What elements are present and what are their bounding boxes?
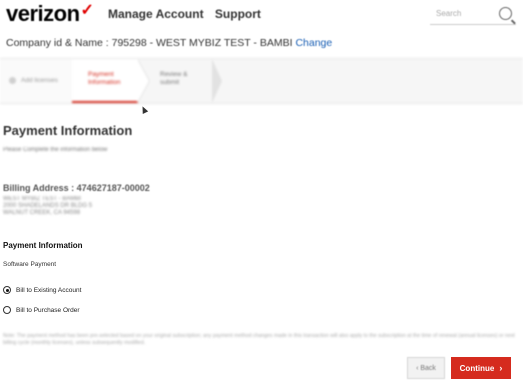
mouse-cursor-icon	[139, 105, 149, 114]
continue-button[interactable]: Continue ›	[451, 357, 511, 379]
active-step-indicator	[72, 101, 138, 103]
option-label: Bill to Purchase Order	[16, 306, 80, 314]
logo-text: verizon	[6, 1, 80, 26]
search-placeholder: Search	[436, 9, 462, 18]
search-icon[interactable]	[499, 7, 512, 20]
top-header: verizon✓ Manage Account Support Search	[0, 0, 523, 30]
progress-stepper: Add licenses Payment Information Review …	[0, 58, 523, 104]
company-label: Company id & Name : 795298 - WEST MYBIZ …	[6, 37, 293, 49]
check-mark-icon: ✓	[80, 2, 94, 19]
page-title: Payment Information	[3, 123, 133, 138]
verizon-logo[interactable]: verizon✓	[6, 1, 94, 27]
payment-note: Note: The payment method has been pre-se…	[3, 333, 515, 346]
step-label: Payment Information	[88, 71, 121, 86]
option-label: Bill to Existing Account	[16, 286, 82, 294]
step-complete-icon	[9, 77, 16, 84]
back-button[interactable]: ‹ Back	[407, 357, 445, 379]
company-info: Company id & Name : 795298 - WEST MYBIZ …	[6, 37, 332, 49]
search-input[interactable]: Search	[430, 6, 516, 25]
step-add-licenses[interactable]: Add licenses	[0, 59, 72, 103]
change-company-link[interactable]: Change	[295, 37, 332, 49]
radio-unselected[interactable]	[3, 306, 11, 314]
step-label: Review & submit	[160, 71, 188, 86]
billing-address: WEST MYBIZ TEST - BAMBI 2000 SHADELANDS …	[3, 196, 92, 217]
main-nav: Manage Account Support	[108, 7, 269, 21]
address-line: 2000 SHADELANDS DR BLDG 5	[3, 203, 93, 209]
billing-address-title: Billing Address : 474627187-00002	[3, 183, 150, 193]
software-payment-label: Software Payment	[3, 261, 57, 268]
chevron-fill	[137, 59, 149, 103]
step-label: Add licenses	[21, 77, 58, 84]
section-title: Payment Information	[3, 241, 83, 250]
page-subtitle: Please Complete the information below	[3, 147, 108, 153]
step-payment-information[interactable]: Payment Information	[72, 59, 138, 103]
nav-manage-account[interactable]: Manage Account	[108, 7, 204, 21]
address-line: WALNUT CREEK, CA 94598	[3, 210, 81, 216]
continue-label: Continue	[459, 363, 495, 373]
option-bill-purchase-order[interactable]: Bill to Purchase Order	[3, 304, 80, 316]
nav-support[interactable]: Support	[215, 7, 261, 21]
chevron-right-icon: ›	[499, 363, 503, 373]
radio-selected[interactable]	[3, 286, 11, 294]
option-bill-existing-account[interactable]: Bill to Existing Account	[3, 284, 81, 296]
chevron-right-icon	[212, 59, 222, 103]
address-line: WEST MYBIZ TEST - BAMBI	[3, 196, 82, 202]
